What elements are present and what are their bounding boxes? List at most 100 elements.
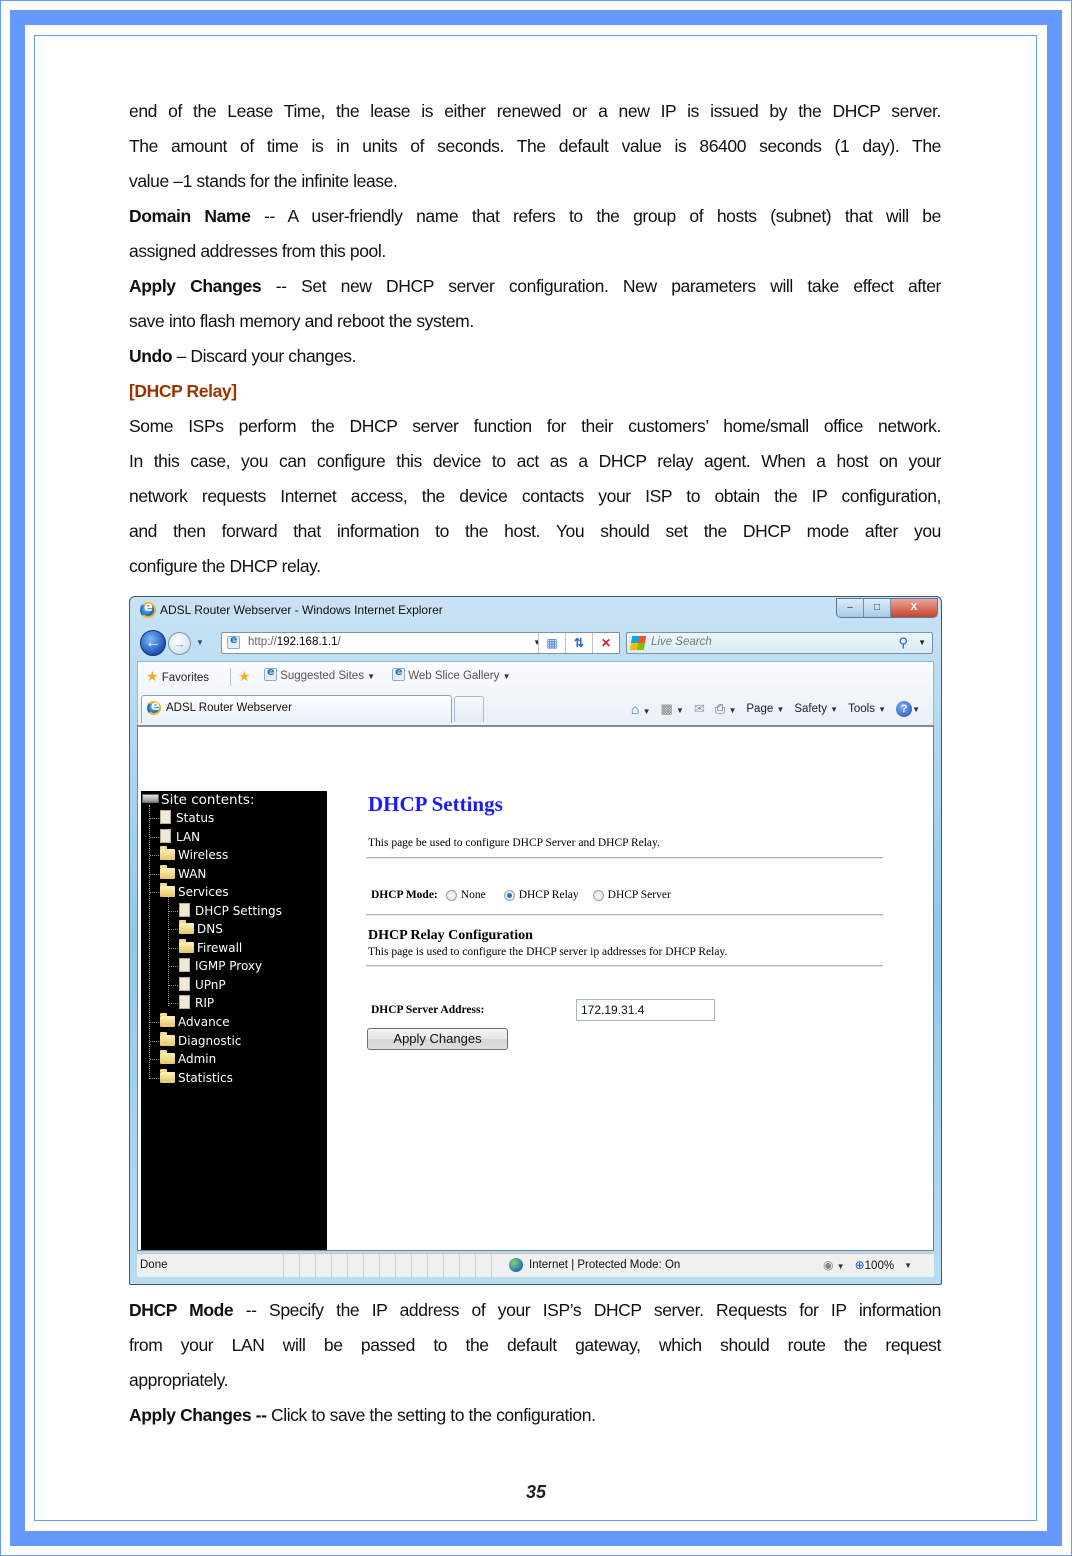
- tree-item-services[interactable]: Services: [150, 883, 229, 901]
- radio-dhcp-relay[interactable]: [503, 889, 515, 901]
- zoom-level: 100%: [864, 1260, 895, 1272]
- print-button[interactable]: ⎙ ▼: [710, 701, 742, 717]
- page-icon: [392, 665, 405, 681]
- dhcp-mode-definition: DHCP Mode -- Specify the IP address of y…: [129, 1293, 941, 1328]
- close-button[interactable]: X: [891, 599, 937, 617]
- address-buttons: ▦ ⇅ ✕: [538, 632, 620, 654]
- tree-item-diagnostic[interactable]: Diagnostic: [150, 1032, 241, 1050]
- term-dhcp-mode: DHCP Mode: [129, 1300, 234, 1320]
- safety-menu[interactable]: Safety ▼: [789, 703, 843, 715]
- document-icon: [160, 829, 171, 843]
- undo-definition: Undo – Discard your changes.: [129, 339, 941, 374]
- page-menu[interactable]: Page ▼: [741, 703, 789, 715]
- folder-icon: [160, 1069, 175, 1083]
- add-to-favorites-bar-button[interactable]: ★: [238, 668, 251, 685]
- tree-root[interactable]: Site contents:: [142, 792, 254, 808]
- status-cell: [443, 1254, 459, 1278]
- zoom-icon: ⊕: [854, 1258, 865, 1272]
- apply-changes-button[interactable]: Apply Changes: [367, 1028, 508, 1050]
- printer-icon: ⎙: [714, 701, 726, 716]
- zoom-level-button[interactable]: ⊕100%: [855, 1258, 894, 1272]
- text-line: Some ISPs perform the DHCP server functi…: [129, 416, 941, 436]
- page-icon: [227, 633, 240, 649]
- tree-item-statistics[interactable]: Statistics: [150, 1069, 233, 1087]
- status-cell: [363, 1254, 379, 1278]
- favorites-button[interactable]: ★ Favorites: [146, 668, 209, 685]
- search-box[interactable]: Live Search ⚲ ▼: [626, 632, 933, 654]
- refresh-button[interactable]: ⇅: [565, 633, 592, 653]
- caret-down-icon: ▼: [776, 705, 785, 714]
- back-button[interactable]: ←: [140, 630, 166, 656]
- caret-down-icon: ▼: [836, 1262, 845, 1271]
- radio-none[interactable]: [445, 889, 457, 901]
- tree-item-upnp[interactable]: UPnP: [169, 976, 226, 994]
- status-cell: [411, 1254, 427, 1278]
- tree-item-label: WAN: [178, 867, 207, 881]
- web-slice-gallery-button[interactable]: Web Slice Gallery ▼: [392, 665, 511, 682]
- tree-item-wireless[interactable]: Wireless: [150, 846, 228, 864]
- history-dropdown-icon[interactable]: ▼: [196, 638, 204, 647]
- term-domain-name: Domain Name: [129, 206, 251, 226]
- globe-icon: [509, 1258, 523, 1272]
- home-button[interactable]: ⌂ ▼: [626, 701, 656, 717]
- tools-menu[interactable]: Tools ▼: [843, 703, 891, 715]
- window-controls: – □ X: [836, 598, 938, 618]
- tree-item-dhcp-settings[interactable]: DHCP Settings: [169, 902, 282, 920]
- tree-connector: [150, 1078, 159, 1079]
- divider: [366, 857, 883, 859]
- page-menu-label: Page: [746, 703, 774, 715]
- term-undo: Undo: [129, 346, 173, 366]
- tree-item-firewall[interactable]: Firewall: [169, 939, 242, 957]
- compatibility-view-button[interactable]: ▦: [538, 633, 565, 653]
- title-bar: ADSL Router Webserver - Windows Internet…: [130, 597, 941, 625]
- url-scheme: http://: [248, 636, 277, 648]
- read-mail-button[interactable]: ✉: [689, 701, 710, 717]
- browser-tab-active[interactable]: ADSL Router Webserver: [141, 695, 452, 723]
- search-icon[interactable]: ⚲: [898, 635, 908, 651]
- tree-item-rip[interactable]: RIP: [169, 994, 214, 1012]
- status-cells: [283, 1254, 507, 1278]
- forward-button[interactable]: →: [168, 632, 191, 655]
- minimize-button[interactable]: –: [837, 599, 864, 617]
- caret-down-icon: ▼: [642, 707, 651, 716]
- definition-text: Set new DHCP server configuration. New p…: [301, 276, 941, 296]
- tab-title: ADSL Router Webserver: [166, 702, 292, 714]
- stop-button[interactable]: ✕: [592, 633, 619, 653]
- radio-dhcp-server[interactable]: [592, 889, 604, 901]
- tree-item-wan[interactable]: WAN: [150, 865, 206, 883]
- search-dropdown-icon[interactable]: ▼: [918, 638, 926, 647]
- security-zone[interactable]: Internet | Protected Mode: On: [509, 1258, 680, 1272]
- term-apply-changes: Apply Changes --: [129, 1405, 267, 1425]
- maximize-button[interactable]: □: [864, 599, 891, 617]
- zoom-dropdown-icon[interactable]: ▼: [904, 1261, 912, 1270]
- status-cell: [347, 1254, 363, 1278]
- relay-config-description: This page is used to configure the DHCP …: [368, 946, 728, 958]
- text-line: end of the Lease Time, the lease is eith…: [129, 101, 941, 121]
- protected-mode-button[interactable]: ◉ ▼: [823, 1258, 845, 1272]
- tree-item-label: Services: [178, 885, 229, 899]
- tree-item-advance[interactable]: Advance: [150, 1013, 230, 1031]
- server-address-input[interactable]: 172.19.31.4: [576, 999, 715, 1021]
- command-bar: ⌂ ▼ ▩ ▼ ✉ ⎙ ▼ Page ▼ Safety ▼ Tools ▼ ? ▼: [626, 698, 925, 720]
- help-menu[interactable]: ? ▼: [891, 701, 925, 717]
- new-tab-button[interactable]: [454, 696, 484, 722]
- feeds-button[interactable]: ▩ ▼: [656, 701, 689, 717]
- text-line: In this case, you can configure this dev…: [129, 451, 941, 471]
- tree-item-label: Wireless: [178, 848, 229, 862]
- tree-item-dns[interactable]: DNS: [169, 920, 223, 938]
- address-url[interactable]: http://192.168.1.1/: [248, 636, 341, 648]
- address-bar[interactable]: http://192.168.1.1/ ▼: [221, 632, 547, 654]
- tree-item-admin[interactable]: Admin: [150, 1050, 216, 1068]
- tree-connector: [169, 966, 178, 967]
- radio-label: None: [460, 889, 486, 901]
- zone-text: Internet | Protected Mode: On: [529, 1259, 681, 1271]
- tree-item-igmp-proxy[interactable]: IGMP Proxy: [169, 957, 262, 975]
- tree-item-lan[interactable]: LAN: [150, 828, 200, 846]
- url-host: 192.168.1.1: [276, 636, 338, 648]
- ie-logo-icon: [147, 699, 161, 715]
- web-slice-gallery-label: Web Slice Gallery: [408, 670, 500, 682]
- caret-down-icon: ▼: [728, 706, 737, 715]
- tree-item-status[interactable]: Status: [150, 809, 214, 827]
- status-cell: [315, 1254, 331, 1278]
- suggested-sites-button[interactable]: Suggested Sites ▼: [264, 665, 375, 682]
